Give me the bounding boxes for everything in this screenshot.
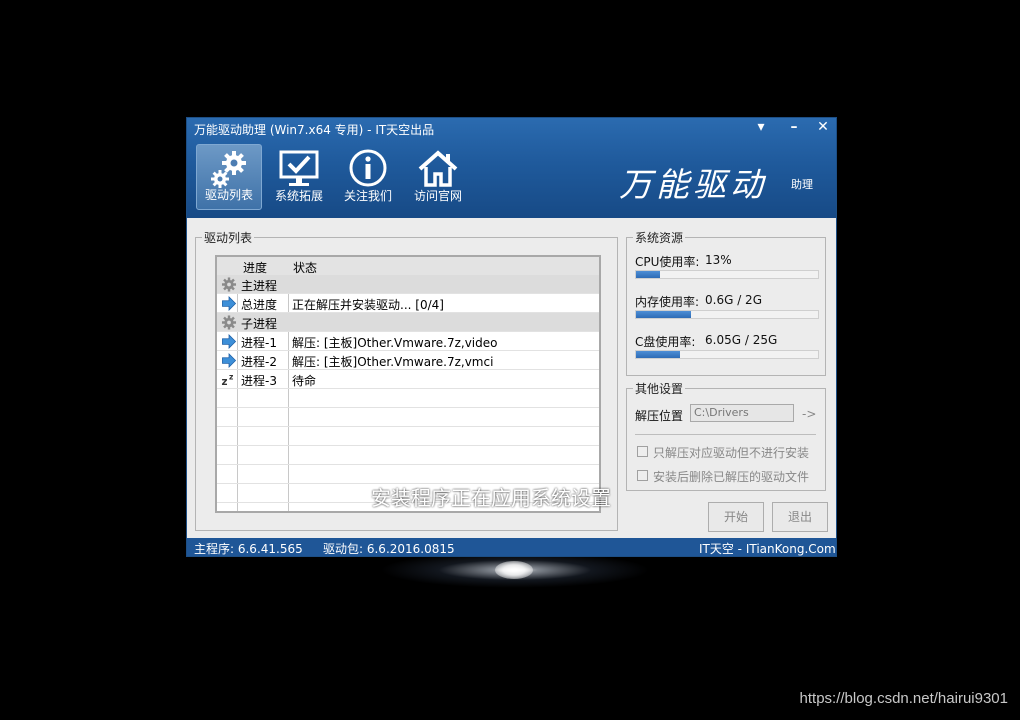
disk-label: C盘使用率: [635, 335, 696, 349]
row-status: 解压: [主板]Other.Vmware.7z,video [292, 336, 498, 350]
minimize-button[interactable]: – [783, 119, 805, 137]
disk-usage-fill [636, 351, 680, 358]
driver-table: 进度 状态 主进程 总进度 正在解压并安装驱动... [0/4] 子进程 进程-… [215, 255, 601, 513]
row-name: 总进度 [241, 298, 278, 312]
nav-label: 关注我们 [343, 189, 392, 203]
extract-only-label: 只解压对应驱动但不进行安装 [653, 446, 810, 460]
column-status: 状态 [293, 261, 318, 275]
table-row[interactable]: 进程-2 解压: [主板]Other.Vmware.7z,vmci [217, 351, 599, 370]
table-row-empty [217, 427, 599, 446]
column-progress: 进度 [243, 261, 268, 275]
table-row-empty [217, 389, 599, 408]
settings-divider [635, 434, 816, 435]
nav-system-extension[interactable]: 系统拓展 [266, 144, 332, 210]
memory-usage-fill [636, 311, 691, 318]
table-header: 进度 状态 [217, 257, 599, 276]
nav-label: 驱动列表 [204, 188, 253, 202]
row-name: 主进程 [241, 279, 278, 293]
nav-driver-list[interactable]: 驱动列表 [196, 144, 262, 210]
cpu-value: 13% [705, 253, 732, 267]
gear-icon [211, 151, 246, 188]
monitor-check-icon [279, 150, 319, 186]
table-row[interactable]: z z 进程-3 待命 [217, 370, 599, 389]
cpu-label: CPU使用率: [635, 255, 700, 269]
arrow-right-icon [222, 334, 237, 349]
table-row-empty [217, 408, 599, 427]
nav-label: 访问官网 [413, 189, 462, 203]
cpu-usage-bar [635, 270, 819, 279]
memory-label: 内存使用率: [635, 295, 700, 309]
light-glow-core [495, 561, 533, 579]
other-settings-title: 其他设置 [633, 380, 686, 397]
status-bar: 主程序: 6.6.41.565 驱动包: 6.6.2016.0815 IT天空 … [187, 538, 836, 556]
arrow-right-icon [222, 353, 237, 368]
nav-label: 系统拓展 [274, 189, 323, 203]
site-link[interactable]: IT天空 - ITianKong.Com [699, 540, 836, 557]
extract-only-checkbox[interactable] [637, 446, 648, 457]
row-status: 解压: [主板]Other.Vmware.7z,vmci [292, 355, 494, 369]
table-row[interactable]: 子进程 [217, 313, 599, 332]
delete-after-install-label: 安装后删除已解压的驱动文件 [653, 470, 810, 484]
title-bar: 万能驱动助理 (Win7.x64 专用) - IT天空出品 ▾ – ✕ 驱动列表… [187, 118, 836, 218]
installing-overlay-text: 安装程序正在应用系统设置 [371, 486, 611, 510]
memory-usage-bar [635, 310, 819, 319]
start-button[interactable]: 开始 [708, 502, 764, 532]
table-row-empty [217, 446, 599, 465]
extract-location-label: 解压位置 [635, 409, 684, 423]
driver-list-title: 驱动列表 [202, 229, 255, 246]
disk-usage-bar [635, 350, 819, 359]
gear-icon [221, 315, 237, 330]
brand-subtitle: 助理 [791, 178, 813, 191]
nav-official-site[interactable]: 访问官网 [405, 144, 471, 210]
row-status: 正在解压并安装驱动... [0/4] [292, 298, 444, 312]
sleep-icon: z z [222, 373, 234, 388]
row-name: 进程-3 [241, 374, 277, 388]
arrow-right-icon [222, 296, 237, 311]
row-status: 待命 [292, 374, 317, 388]
menu-button[interactable]: ▾ [750, 119, 772, 137]
table-row[interactable]: 进程-1 解压: [主板]Other.Vmware.7z,video [217, 332, 599, 351]
main-program-version: 主程序: 6.6.41.565 [194, 542, 303, 556]
row-name: 子进程 [241, 317, 278, 331]
disk-value: 6.05G / 25G [705, 333, 778, 347]
svg-text:z: z [229, 373, 233, 382]
brand-logo: 万能驱动 [619, 165, 767, 204]
gear-icon [221, 277, 237, 292]
nav-about-us[interactable]: 关注我们 [335, 144, 401, 210]
cpu-usage-fill [636, 271, 660, 278]
system-resources-title: 系统资源 [633, 229, 686, 246]
table-row[interactable]: 总进度 正在解压并安装驱动... [0/4] [217, 294, 599, 313]
window-title: 万能驱动助理 (Win7.x64 专用) - IT天空出品 [194, 123, 435, 137]
table-row[interactable]: 主进程 [217, 275, 599, 294]
delete-after-install-checkbox[interactable] [637, 470, 648, 481]
row-name: 进程-2 [241, 355, 277, 369]
svg-text:z: z [222, 376, 228, 387]
row-name: 进程-1 [241, 336, 277, 350]
driver-assistant-window: 万能驱动助理 (Win7.x64 专用) - IT天空出品 ▾ – ✕ 驱动列表… [186, 117, 837, 557]
info-icon [349, 149, 387, 187]
home-icon [418, 150, 458, 187]
driver-pack-version: 驱动包: 6.6.2016.0815 [323, 542, 455, 556]
close-button[interactable]: ✕ [812, 119, 834, 137]
exit-button[interactable]: 退出 [772, 502, 828, 532]
source-watermark: https://blog.csdn.net/hairui9301 [799, 690, 1008, 707]
browse-arrow[interactable]: -> [802, 407, 816, 421]
memory-value: 0.6G / 2G [705, 293, 762, 307]
extract-location-field[interactable]: C:\Drivers [690, 404, 794, 422]
